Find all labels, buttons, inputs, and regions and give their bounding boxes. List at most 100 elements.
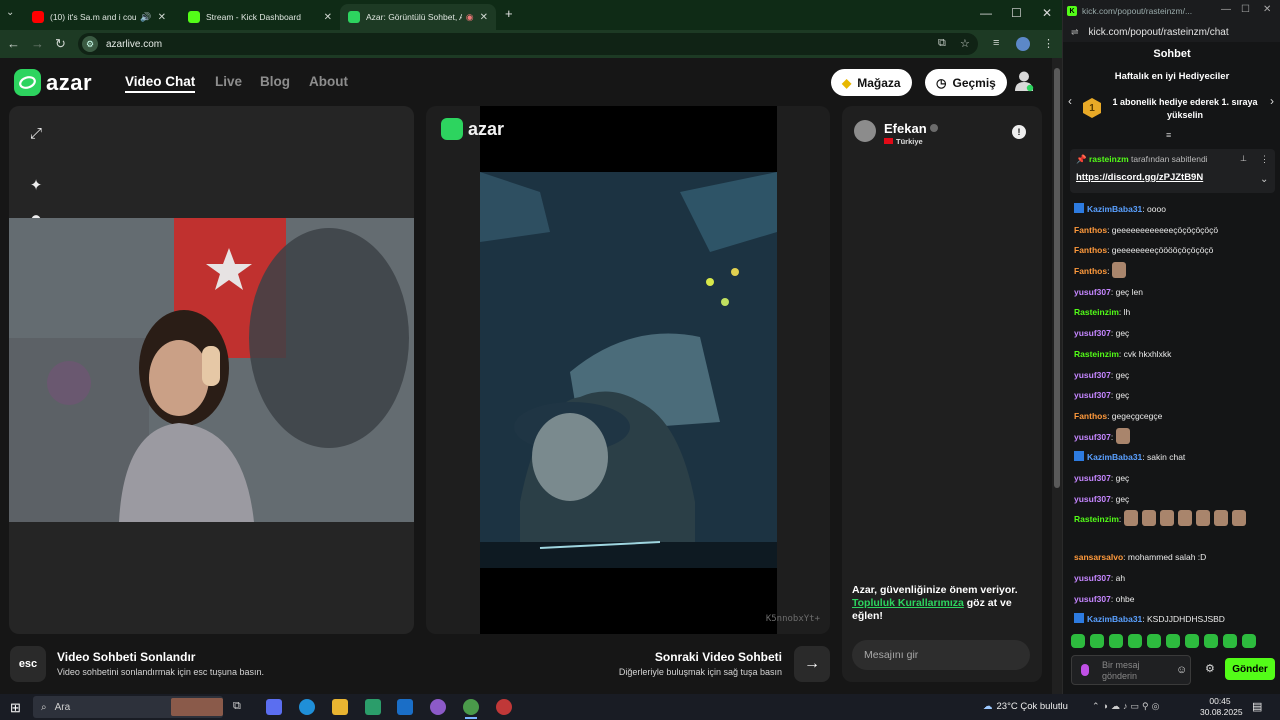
emote-icon[interactable]	[1166, 634, 1180, 648]
chat-emote[interactable]	[1123, 510, 1138, 527]
community-guidelines-link[interactable]: Topluluk Kurallarımıza	[852, 597, 964, 609]
tab-search-icon[interactable]: ⌄	[6, 7, 14, 18]
store-button[interactable]: ◆ Mağaza	[831, 69, 912, 96]
pinned-by-user[interactable]: rasteinzm	[1089, 154, 1129, 164]
nav-live[interactable]: Live	[215, 74, 242, 89]
chevron-left-icon[interactable]: ‹	[1068, 94, 1072, 108]
taskbar-clock[interactable]: 00:45 30.08.2025	[1200, 696, 1243, 718]
tab-kick-dashboard[interactable]: Stream - Kick Dashboard ✕	[180, 4, 340, 30]
chat-username[interactable]: yusuf307	[1074, 390, 1111, 400]
scrollbar-thumb[interactable]	[1054, 68, 1060, 488]
partner-name[interactable]: Efekan	[884, 121, 927, 136]
install-app-icon[interactable]: ⧉	[938, 37, 946, 50]
task-view-icon[interactable]: ⧉	[233, 700, 241, 713]
close-icon[interactable]: ✕	[158, 12, 166, 23]
chat-input[interactable]: Bir mesaj gönderin ☺	[1071, 655, 1191, 685]
chat-username[interactable]: yusuf307	[1074, 494, 1111, 504]
chat-username[interactable]: Fanthos	[1074, 245, 1107, 255]
speaker-icon[interactable]: 🔊	[140, 12, 151, 23]
chat-username[interactable]: yusuf307	[1074, 328, 1111, 338]
reload-icon[interactable]: ↻	[55, 36, 66, 52]
message-input[interactable]: Mesajını gir	[852, 640, 1030, 670]
emote-icon[interactable]	[1147, 634, 1161, 648]
bookmark-star-icon[interactable]: ☆	[960, 37, 970, 50]
chat-username[interactable]: Rasteinzim	[1074, 307, 1119, 317]
chat-emote[interactable]	[1195, 510, 1210, 527]
emote-icon[interactable]	[1223, 634, 1237, 648]
minimize-icon[interactable]: —	[980, 6, 992, 20]
page-scrollbar[interactable]	[1052, 58, 1062, 694]
end-chat-esc-key[interactable]: esc	[10, 646, 46, 682]
address-bar[interactable]: ⚙ azarlive.com	[78, 33, 978, 55]
effects-sparkle-icon[interactable]: ✦	[25, 174, 47, 196]
forward-icon[interactable]: →	[31, 36, 44, 51]
chat-username[interactable]: Fanthos	[1074, 225, 1107, 235]
recorder-icon[interactable]	[496, 699, 512, 715]
emote-icon[interactable]	[1204, 634, 1218, 648]
chat-username[interactable]: KazimBaba31	[1087, 452, 1142, 462]
history-button[interactable]: ◷ Geçmiş	[925, 69, 1007, 96]
chat-emote[interactable]	[1115, 427, 1130, 444]
windows-start-icon[interactable]: ⊞	[10, 700, 21, 716]
notifications-icon[interactable]: ▤	[1252, 700, 1262, 713]
expand-lines-icon[interactable]: ≡	[1166, 130, 1171, 140]
chat-username[interactable]: KazimBaba31	[1087, 614, 1142, 624]
new-tab-button[interactable]: +	[505, 6, 513, 21]
chat-username[interactable]: yusuf307	[1074, 473, 1111, 483]
microphone-icon[interactable]	[1081, 664, 1089, 676]
chat-emote[interactable]	[1231, 510, 1246, 527]
emote-icon[interactable]	[1242, 634, 1256, 648]
unpin-icon[interactable]: ⊥	[1240, 154, 1247, 163]
close-icon[interactable]: ✕	[324, 12, 332, 23]
maximize-icon[interactable]: ☐	[1241, 4, 1250, 15]
edge-icon[interactable]	[299, 699, 315, 715]
chat-username[interactable]: yusuf307	[1074, 573, 1111, 583]
chat-username[interactable]: Fanthos	[1074, 266, 1107, 276]
media-control-icon[interactable]: ≡	[993, 37, 999, 49]
chat-username[interactable]: yusuf307	[1074, 370, 1111, 380]
report-icon[interactable]: !	[1012, 125, 1026, 139]
system-tray[interactable]: ⌃◑☁♪▭⚲◎	[1092, 701, 1162, 712]
more-options-icon[interactable]: ⋮	[1260, 154, 1269, 165]
chat-emote[interactable]	[1111, 262, 1126, 279]
close-icon[interactable]: ✕	[480, 12, 488, 23]
emote-icon[interactable]	[1128, 634, 1142, 648]
chat-username[interactable]: Rasteinzim	[1074, 514, 1119, 524]
minimize-icon[interactable]: —	[1221, 4, 1231, 15]
nav-blog[interactable]: Blog	[260, 74, 290, 89]
copilot-icon[interactable]	[266, 699, 282, 715]
emote-icon[interactable]	[1109, 634, 1123, 648]
chevron-down-icon[interactable]: ⌄	[1260, 174, 1268, 185]
chat-emote[interactable]	[1141, 510, 1156, 527]
chat-username[interactable]: yusuf307	[1074, 432, 1111, 442]
chat-username[interactable]: Fanthos	[1074, 411, 1107, 421]
store-icon[interactable]	[365, 699, 381, 715]
maximize-icon[interactable]: ☐	[1011, 6, 1022, 20]
chat-settings-gear-icon[interactable]: ⚙	[1205, 662, 1215, 675]
chat-emote[interactable]	[1213, 510, 1228, 527]
weather-widget[interactable]: ☁ 23°C Çok bulutlu	[983, 701, 1068, 712]
chat-username[interactable]: Rasteinzim	[1074, 349, 1119, 359]
nav-video-chat[interactable]: Video Chat	[125, 74, 196, 93]
chrome-icon[interactable]	[463, 699, 479, 715]
outlook-icon[interactable]	[397, 699, 413, 715]
file-explorer-icon[interactable]	[332, 699, 348, 715]
next-chat-arrow-button[interactable]: →	[794, 646, 830, 682]
emote-icon[interactable]	[1090, 634, 1104, 648]
chat-username[interactable]: KazimBaba31	[1087, 204, 1142, 214]
chat-username[interactable]: sansarsalvo	[1074, 552, 1123, 562]
menu-kebab-icon[interactable]: ⋮	[1043, 37, 1054, 50]
kick-url-bar[interactable]: ⇌ kick.com/popout/rasteinzm/chat	[1063, 22, 1280, 42]
profile-avatar-icon[interactable]	[1016, 37, 1030, 51]
chat-username[interactable]: yusuf307	[1074, 594, 1111, 604]
profile-button[interactable]	[1014, 70, 1034, 92]
chat-username[interactable]: yusuf307	[1074, 287, 1111, 297]
partner-avatar[interactable]	[854, 120, 876, 142]
nav-about[interactable]: About	[309, 74, 348, 89]
chat-emote[interactable]	[1177, 510, 1192, 527]
tab-youtube[interactable]: (10) it's Sa.m and i couldn 🔊 ✕	[24, 4, 174, 30]
taskbar-search[interactable]: ⌕ Ara	[33, 696, 223, 718]
discord-link[interactable]: https://discord.gg/zPJZtB9N	[1076, 172, 1203, 183]
close-window-icon[interactable]: ✕	[1263, 4, 1271, 15]
back-icon[interactable]: ←	[7, 36, 20, 51]
